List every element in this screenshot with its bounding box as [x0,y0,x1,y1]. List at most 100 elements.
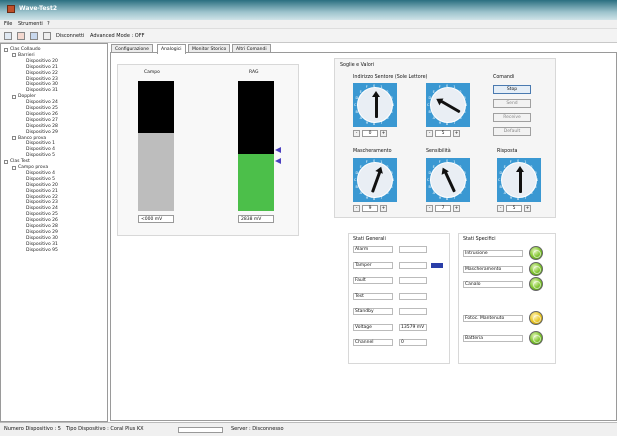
tree-item-device[interactable]: Dispositivo 23 [26,200,58,205]
dial-knob[interactable] [430,162,466,198]
advanced-mode-label[interactable]: Advanced Mode : OFF [90,33,144,39]
menu-bar: File Strumenti ? [0,20,617,29]
tree-item-device[interactable]: Dispositivo 95 [26,248,58,253]
rag-bar [238,81,274,211]
tree-item-device[interactable]: Dispositivo 30 [26,236,58,241]
stato-generale-value [399,292,427,300]
connect-icon[interactable] [17,32,25,40]
tree-item-device[interactable]: Dispositivo 21 [26,65,58,70]
sensibilita-spinner[interactable]: - 7 + [426,205,470,212]
increment-button[interactable]: + [453,205,460,212]
decrement-button[interactable]: - [426,205,433,212]
tree-item-device[interactable]: Dispositivo 31 [26,88,58,93]
tree-expander-icon[interactable] [12,165,16,170]
tree-expander-icon[interactable] [12,53,16,58]
indirizzo-spinner-1[interactable]: - 0 + [353,130,397,137]
save-icon[interactable] [30,32,38,40]
increment-button[interactable]: + [453,130,460,137]
tree-item-device[interactable]: Dispositivo 1 [26,141,55,146]
campo-bar-fill [138,133,174,211]
menu-file[interactable]: File [4,21,12,27]
new-icon[interactable] [4,32,12,40]
tree-item-group[interactable]: Campo prova [18,165,48,170]
tree-item-device[interactable]: Dispositivo 29 [26,230,58,235]
status-server: Server : Disconnesso [231,426,284,432]
stato-generale-value: 13579 mV [399,323,427,331]
menu-help[interactable]: ? [47,21,50,27]
indirizzo-label: Indirizzo Sentore (Sole Lettore) [353,75,428,80]
tree-item-device[interactable]: Dispositivo 4 [26,171,55,176]
dial-knob[interactable] [430,87,466,123]
default-button[interactable]: Default [493,127,531,136]
stati-specifici-title: Stati Specifici [463,237,496,242]
stato-specifico-label: Batteria [463,335,523,342]
dial-knob[interactable] [501,162,537,198]
tree-expander-icon[interactable] [12,94,16,99]
tree-item-device[interactable]: Dispositivo 25 [26,212,58,217]
tree-item-device[interactable]: Dispositivo 26 [26,218,58,223]
mascheramento-value[interactable]: 9 [362,205,378,212]
decrement-button[interactable]: - [426,130,433,137]
tree-item-device[interactable]: Dispositivo 20 [26,59,58,64]
indirizzo-value-1[interactable]: 0 [362,130,378,137]
tree-item-group[interactable]: Doppler [18,94,36,99]
tree-item-device[interactable]: Dispositivo 29 [26,130,58,135]
send-button[interactable]: Send [493,99,531,108]
stato-specifico-label: Canalo [463,281,523,288]
tree-item-device[interactable]: Dispositivo 23 [26,77,58,82]
decrement-button[interactable]: - [497,205,504,212]
tree-item-group[interactable]: Clas Collaudo [10,47,41,52]
tree-item-group[interactable]: Clas Test [10,159,30,164]
tree-item-device[interactable]: Dispositivo 5 [26,153,55,158]
tree-item-group[interactable]: Banco prova [18,136,46,141]
decrement-button[interactable]: - [353,130,360,137]
tree-expander-icon[interactable] [4,159,8,164]
decrement-button[interactable]: - [353,205,360,212]
indirizzo-value-2[interactable]: 5 [435,130,451,137]
tree-item-group[interactable]: Barrieri [18,53,35,58]
tree-expander-icon[interactable] [4,47,8,52]
tree-item-device[interactable]: Dispositivo 27 [26,118,58,123]
stato-specifico-label: Fotoc. Mantenuto [463,315,523,322]
receive-button[interactable]: Receive [493,113,531,122]
mascheramento-spinner[interactable]: - 9 + [353,205,397,212]
risposta-spinner[interactable]: - 5 + [497,205,541,212]
title-bar [0,0,617,20]
increment-button[interactable]: + [380,205,387,212]
indirizzo-spinner-2[interactable]: - 5 + [426,130,470,137]
tree-expander-icon[interactable] [12,136,16,140]
dial-knob[interactable] [357,162,393,198]
tree-item-device[interactable]: Dispositivo 5 [26,177,55,182]
refresh-icon[interactable] [43,32,51,40]
tab-analogici[interactable]: Analogici [157,44,186,54]
indirizzo-dial-1[interactable]: 0123456789ABCDEF [353,83,397,127]
device-tree[interactable]: Clas Collaudo Barrieri Dispositivo 20 Dispo… [0,43,108,422]
tree-item-device[interactable]: Dispositivo 28 [26,224,58,229]
tree-item-device[interactable]: Dispositivo 31 [26,242,58,247]
tree-item-device[interactable]: Dispositivo 21 [26,189,58,194]
menu-strumenti[interactable]: Strumenti [18,21,43,27]
tree-item-device[interactable]: Dispositivo 24 [26,100,58,105]
tree-item-device[interactable]: Dispositivo 22 [26,195,58,200]
tree-item-device[interactable]: Dispositivo 22 [26,71,58,76]
tree-item-device[interactable]: Dispositivo 28 [26,124,58,129]
sensibilita-value[interactable]: 7 [435,205,451,212]
increment-button[interactable]: + [524,205,531,212]
increment-button[interactable]: + [380,130,387,137]
tree-item-device[interactable]: Dispositivo 25 [26,106,58,111]
tree-item-device[interactable]: Dispositivo 20 [26,183,58,188]
risposta-dial[interactable]: 0123456789ABCDEF [497,158,541,202]
tree-item-device[interactable]: Dispositivo 4 [26,147,55,152]
indirizzo-dial-2[interactable]: 0123456789ABCDEF [426,83,470,127]
rag-label: RAG [249,70,259,75]
tree-item-device[interactable]: Dispositivo 26 [26,112,58,117]
disconnect-button[interactable]: Disconnetti [56,33,84,39]
stop-button[interactable]: Stop [493,85,531,94]
dial-knob[interactable] [357,87,393,123]
tree-item-device[interactable]: Dispositivo 24 [26,206,58,211]
sensibilita-dial[interactable]: 0123456789ABCDEF [426,158,470,202]
tree-item-device[interactable]: Dispositivo 30 [26,82,58,87]
campo-bar-empty [138,81,174,133]
mascheramento-dial[interactable]: 0123456789ABCDEF [353,158,397,202]
risposta-value[interactable]: 5 [506,205,522,212]
